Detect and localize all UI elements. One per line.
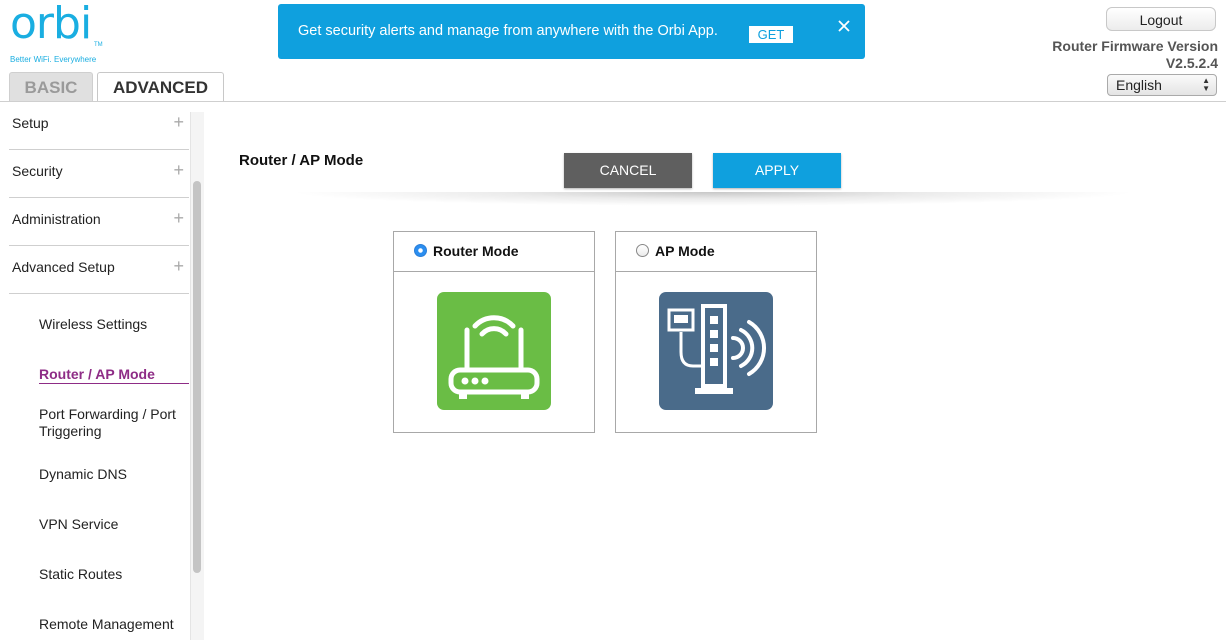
ap-mode-card[interactable]: AP Mode xyxy=(615,231,817,433)
sidebar-subitem-remote-management[interactable]: Remote Management xyxy=(39,616,189,633)
language-select-value: English xyxy=(1116,77,1162,93)
sidebar-subitem-vpn-service[interactable]: VPN Service xyxy=(39,516,189,533)
header-shadow-divider xyxy=(288,192,1138,206)
cancel-button[interactable]: CANCEL xyxy=(564,153,692,188)
sidebar-item-setup[interactable]: Setup + xyxy=(9,102,189,150)
tab-basic[interactable]: BASIC xyxy=(9,72,93,101)
get-app-button[interactable]: GET xyxy=(749,26,793,43)
sidebar-item-label: Administration xyxy=(12,211,101,227)
router-mode-header[interactable]: Router Mode xyxy=(394,232,594,272)
sidebar-scrollbar-thumb[interactable] xyxy=(193,181,201,573)
tab-advanced[interactable]: ADVANCED xyxy=(97,72,224,102)
close-icon[interactable] xyxy=(836,18,852,34)
ap-mode-header[interactable]: AP Mode xyxy=(616,232,816,272)
orbi-logo: orbi TM Better WiFi. Everywhere xyxy=(10,0,120,66)
router-mode-card[interactable]: Router Mode xyxy=(393,231,595,433)
logout-button[interactable]: Logout xyxy=(1106,7,1216,31)
expand-plus-icon[interactable]: + xyxy=(173,209,184,227)
ap-mode-radio[interactable] xyxy=(636,244,649,257)
sidebar-item-label: Security xyxy=(12,163,63,179)
logo-wordmark: orbi xyxy=(10,0,92,49)
logo-tagline: Better WiFi. Everywhere xyxy=(10,55,97,64)
language-select[interactable]: English ▲ ▼ xyxy=(1107,74,1217,96)
router-mode-label: Router Mode xyxy=(433,243,519,259)
ap-mode-label: AP Mode xyxy=(655,243,715,259)
sidebar-item-administration[interactable]: Administration + xyxy=(9,198,189,246)
app-promo-banner: Get security alerts and manage from anyw… xyxy=(278,4,865,59)
select-arrows-icon: ▲ ▼ xyxy=(1202,76,1210,93)
expand-plus-icon[interactable]: + xyxy=(173,257,184,275)
sidebar-item-label: Setup xyxy=(12,115,49,131)
firmware-version-value: V2.5.2.4 xyxy=(1165,55,1218,71)
router-icon[interactable] xyxy=(437,292,551,410)
page-title: Router / AP Mode xyxy=(239,152,364,169)
sidebar-subitem-port-forwarding[interactable]: Port Forwarding / Port Triggering xyxy=(39,406,189,440)
sidebar-subitem-router-ap-mode[interactable]: Router / AP Mode xyxy=(39,366,189,383)
sidebar-subitem-wireless-settings[interactable]: Wireless Settings xyxy=(39,316,189,333)
apply-button[interactable]: APPLY xyxy=(713,153,841,188)
sidebar-item-security[interactable]: Security + xyxy=(9,150,189,198)
access-point-icon[interactable] xyxy=(659,292,773,410)
active-item-underline xyxy=(39,383,189,384)
expand-plus-icon[interactable]: + xyxy=(173,113,184,131)
sidebar-subitem-static-routes[interactable]: Static Routes xyxy=(39,566,189,583)
sidebar-item-advanced-setup[interactable]: Advanced Setup + xyxy=(9,246,189,294)
logo-trademark: TM xyxy=(94,42,103,48)
router-mode-radio[interactable] xyxy=(414,244,427,257)
expand-plus-icon[interactable]: + xyxy=(173,161,184,179)
firmware-version-label: Router Firmware Version xyxy=(1052,38,1218,54)
banner-text: Get security alerts and manage from anyw… xyxy=(298,23,718,39)
sidebar-subitem-dynamic-dns[interactable]: Dynamic DNS xyxy=(39,466,189,483)
sidebar-item-label: Advanced Setup xyxy=(12,259,115,275)
